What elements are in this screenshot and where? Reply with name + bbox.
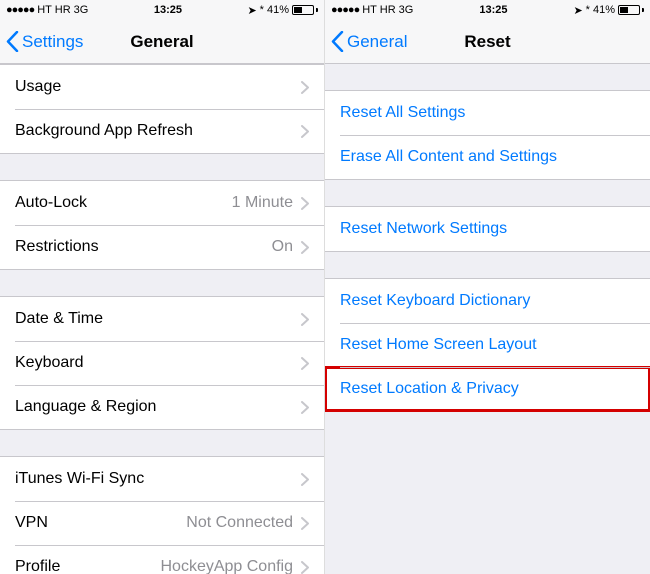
location-icon: ➤ [573,4,582,17]
row-restrictions[interactable]: RestrictionsOn [0,225,324,269]
row-label: Background App Refresh [15,122,301,140]
battery-icon [292,5,318,15]
chevron-left-icon [331,31,344,52]
row-label: Profile [15,558,160,574]
settings-list[interactable]: Usage Background App Refresh Auto-Lock1 Mi… [0,64,324,574]
settings-group: Reset Network Settings [325,206,650,252]
chevron-right-icon [301,81,309,94]
row-value: Not Connected [186,514,293,532]
row-date-time[interactable]: Date & Time [0,297,324,341]
battery-percent: 41% [267,4,289,16]
row-value: On [272,238,293,256]
signal-dots-icon: ●●●●● [6,4,34,16]
status-time: 13:25 [154,4,182,16]
chevron-right-icon [301,241,309,254]
back-button[interactable]: Settings [0,31,83,52]
nav-bar: General Reset [325,20,650,64]
bluetooth-icon: * [260,4,264,16]
chevron-right-icon [301,125,309,138]
phone-reset: ●●●●● HT HR 3G 13:25 ➤ * 41% General Res… [325,0,650,574]
chevron-right-icon [301,401,309,414]
network-label: 3G [399,4,414,16]
carrier-label: HT HR [37,4,70,16]
row-reset-all-settings[interactable]: Reset All Settings [325,91,650,135]
location-icon: ➤ [247,4,256,17]
row-label: VPN [15,514,186,532]
reset-list[interactable]: Reset All Settings Erase All Content and … [325,64,650,574]
back-button[interactable]: General [325,31,407,52]
row-profile[interactable]: ProfileHockeyApp Config [0,545,324,574]
chevron-right-icon [301,561,309,574]
row-label: Reset Network Settings [340,220,635,238]
battery-icon [618,5,644,15]
chevron-left-icon [6,31,19,52]
phone-general: ●●●●● HT HR 3G 13:25 ➤ * 41% Settings Ge… [0,0,325,574]
row-value: 1 Minute [232,194,293,212]
back-label: Settings [22,32,83,52]
chevron-right-icon [301,197,309,210]
row-reset-home-screen-layout[interactable]: Reset Home Screen Layout [325,323,650,367]
row-erase-all-content-and-settings[interactable]: Erase All Content and Settings [325,135,650,179]
settings-group: iTunes Wi-Fi SyncVPNNot ConnectedProfile… [0,456,324,574]
row-label: Auto-Lock [15,194,232,212]
chevron-right-icon [301,357,309,370]
network-label: 3G [74,4,89,16]
settings-group: Reset Keyboard Dictionary Reset Home Scre… [325,278,650,412]
row-language-region[interactable]: Language & Region [0,385,324,429]
status-bar: ●●●●● HT HR 3G 13:25 ➤ * 41% [0,0,324,20]
row-auto-lock[interactable]: Auto-Lock1 Minute [0,181,324,225]
row-label: Reset Home Screen Layout [340,336,635,354]
bluetooth-icon: * [586,4,590,16]
status-time: 13:25 [479,4,507,16]
row-label: Reset All Settings [340,104,635,122]
row-reset-network-settings[interactable]: Reset Network Settings [325,207,650,251]
chevron-right-icon [301,473,309,486]
row-label: Keyboard [15,354,301,372]
chevron-right-icon [301,313,309,326]
row-label: iTunes Wi-Fi Sync [15,470,301,488]
row-vpn[interactable]: VPNNot Connected [0,501,324,545]
signal-dots-icon: ●●●●● [331,4,359,16]
row-usage[interactable]: Usage [0,65,324,109]
row-keyboard[interactable]: Keyboard [0,341,324,385]
row-label: Reset Keyboard Dictionary [340,292,635,310]
chevron-right-icon [301,517,309,530]
settings-group: Auto-Lock1 MinuteRestrictionsOn [0,180,324,270]
back-label: General [347,32,407,52]
row-background-app-refresh[interactable]: Background App Refresh [0,109,324,153]
carrier-label: HT HR [362,4,395,16]
settings-group: Usage Background App Refresh [0,64,324,154]
row-label: Usage [15,78,301,96]
settings-group: Date & Time Keyboard Language & Region [0,296,324,430]
battery-percent: 41% [593,4,615,16]
row-label: Reset Location & Privacy [340,380,635,398]
row-label: Restrictions [15,238,272,256]
row-reset-location-privacy[interactable]: Reset Location & Privacy [325,367,650,411]
row-value: HockeyApp Config [160,558,293,574]
row-label: Date & Time [15,310,301,328]
row-label: Language & Region [15,398,301,416]
row-label: Erase All Content and Settings [340,148,635,166]
row-itunes-wi-fi-sync[interactable]: iTunes Wi-Fi Sync [0,457,324,501]
settings-group: Reset All Settings Erase All Content and … [325,90,650,180]
nav-bar: Settings General [0,20,324,64]
row-reset-keyboard-dictionary[interactable]: Reset Keyboard Dictionary [325,279,650,323]
status-bar: ●●●●● HT HR 3G 13:25 ➤ * 41% [325,0,650,20]
